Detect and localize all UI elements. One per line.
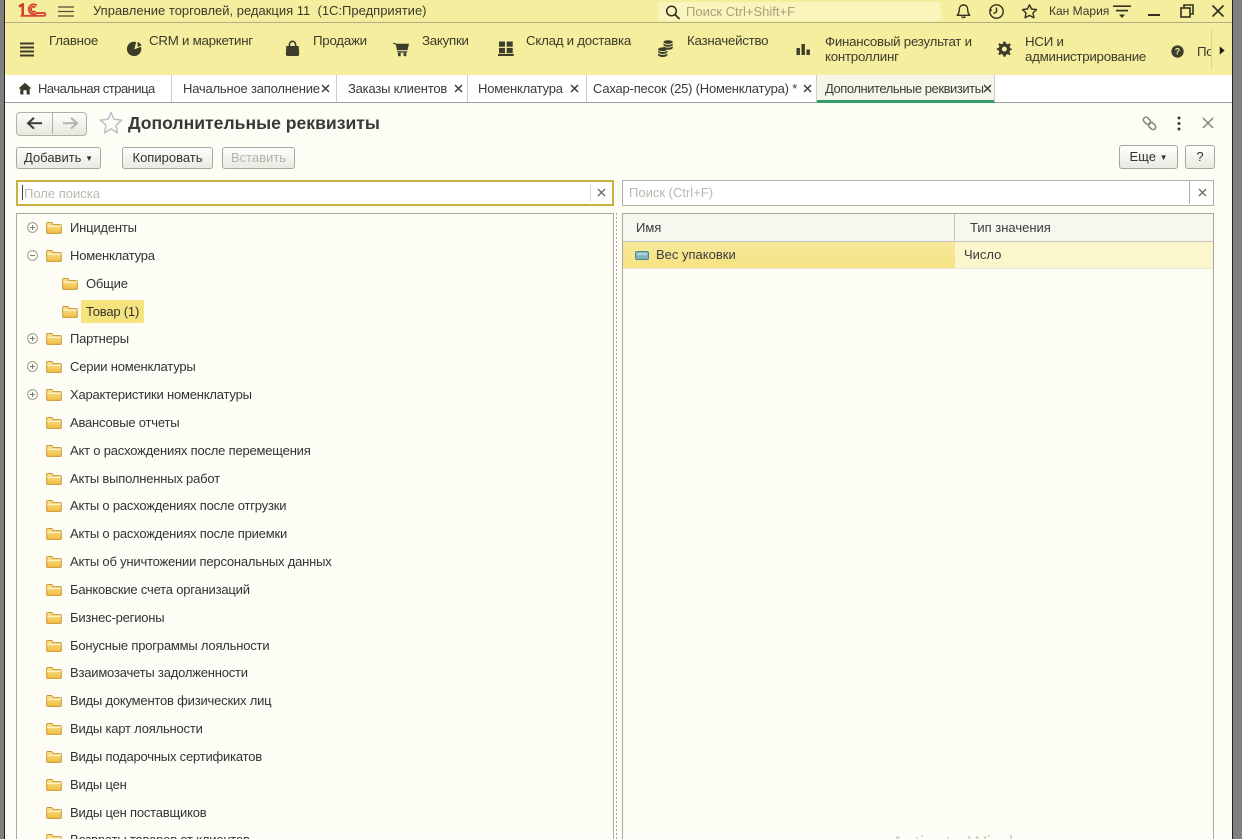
svg-text:?: ? <box>1175 47 1180 57</box>
